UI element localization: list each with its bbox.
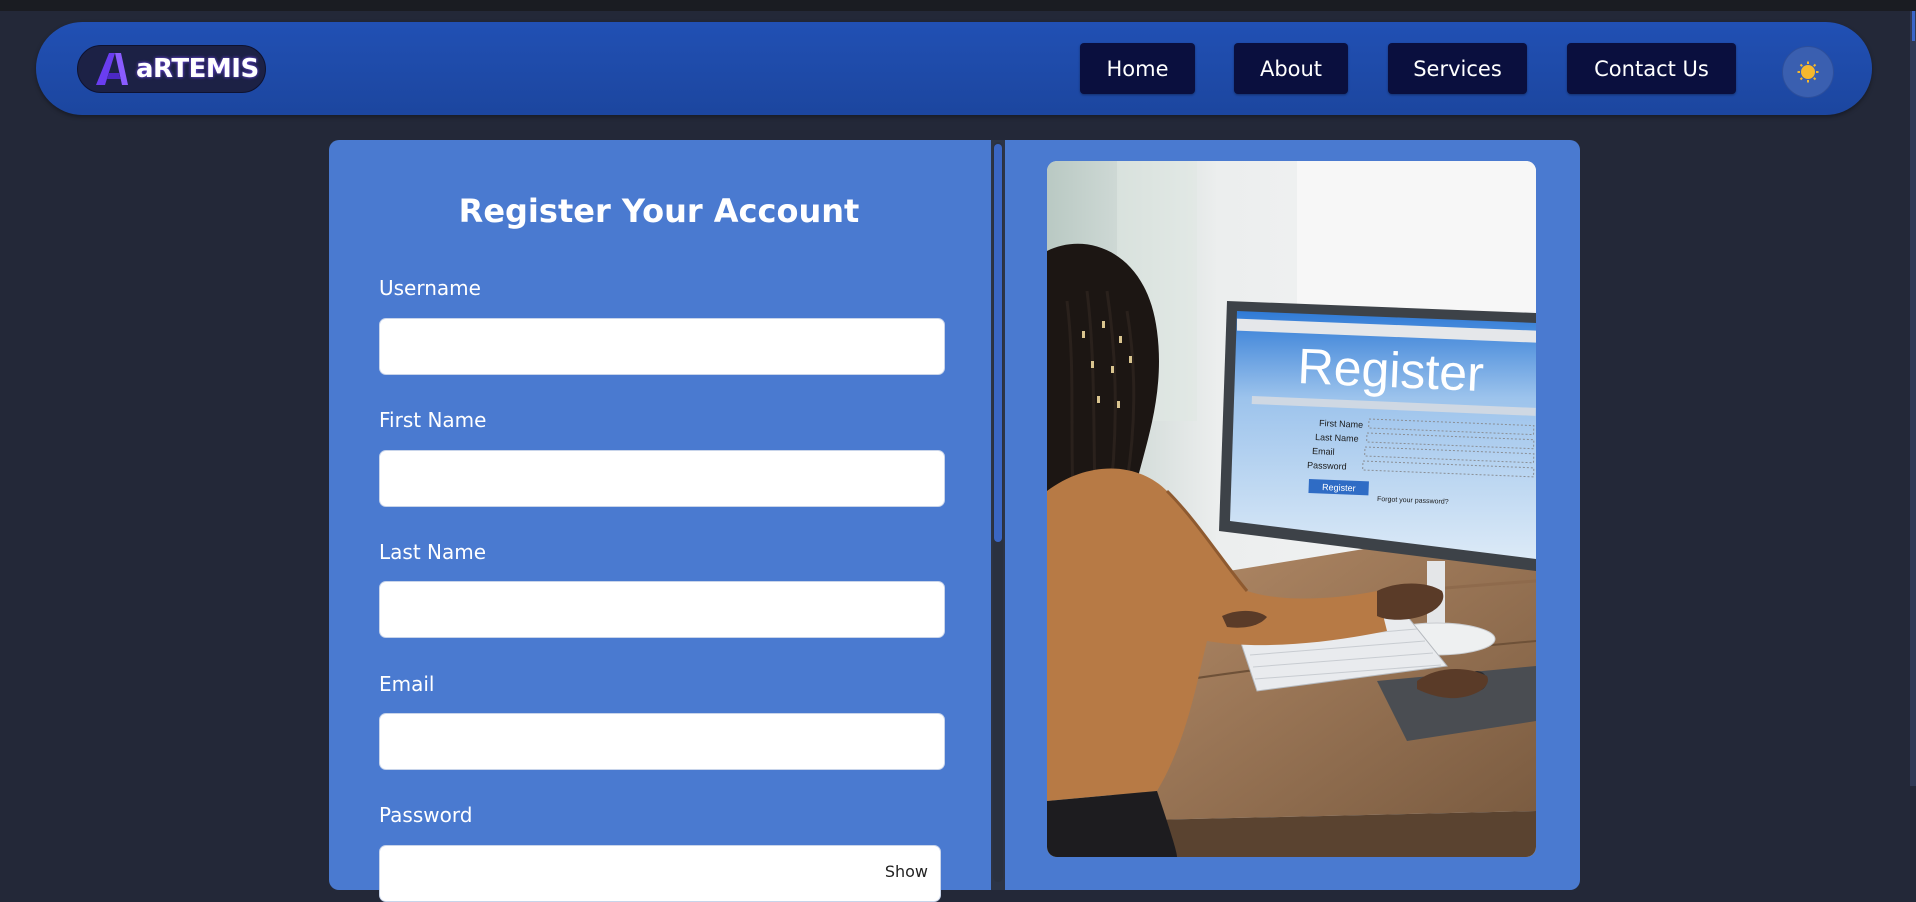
- last-name-label: Last Name: [379, 540, 487, 564]
- register-form: Register Your Account Username First Nam…: [329, 140, 989, 902]
- show-password-toggle[interactable]: Show: [885, 862, 928, 881]
- brand-logo[interactable]: aRTEMIS: [77, 45, 266, 93]
- first-name-field[interactable]: [379, 450, 945, 507]
- register-card: Register Your Account Username First Nam…: [329, 140, 1580, 902]
- nav-contact-us[interactable]: Contact Us: [1567, 43, 1736, 94]
- artemis-a-logo-icon: [96, 53, 128, 85]
- screen-register-button: Register: [1322, 482, 1356, 493]
- navbar: aRTEMIS Home About Services Contact Us: [36, 22, 1872, 115]
- username-label: Username: [379, 276, 481, 300]
- form-title: Register Your Account: [458, 192, 860, 230]
- email-field[interactable]: [379, 713, 945, 770]
- browser-top-strip: [0, 0, 1916, 11]
- woman-at-computer-illustration: Register First Name Last Name Email Pass…: [1047, 161, 1536, 857]
- nav-services[interactable]: Services: [1388, 43, 1527, 94]
- username-field[interactable]: [379, 318, 945, 375]
- page-scrollbar[interactable]: [1910, 11, 1916, 786]
- screen-last-name: Last Name: [1315, 432, 1359, 444]
- nav-home[interactable]: Home: [1080, 43, 1195, 94]
- screen-register-heading: Register: [1297, 338, 1485, 402]
- sun-icon: [1797, 61, 1819, 83]
- screen-email: Email: [1312, 446, 1335, 457]
- form-scrollbar-thumb[interactable]: [994, 144, 1002, 542]
- email-label: Email: [379, 672, 435, 696]
- screen-password: Password: [1307, 460, 1347, 472]
- first-name-label: First Name: [379, 408, 487, 432]
- register-illustration: Register First Name Last Name Email Pass…: [1047, 161, 1536, 857]
- brand-name: aRTEMIS: [136, 54, 259, 84]
- password-field[interactable]: Show: [379, 845, 941, 902]
- password-label: Password: [379, 803, 473, 827]
- nav-about[interactable]: About: [1234, 43, 1348, 94]
- theme-toggle-button[interactable]: [1782, 46, 1834, 98]
- screen-first-name: First Name: [1319, 418, 1363, 430]
- last-name-field[interactable]: [379, 581, 945, 638]
